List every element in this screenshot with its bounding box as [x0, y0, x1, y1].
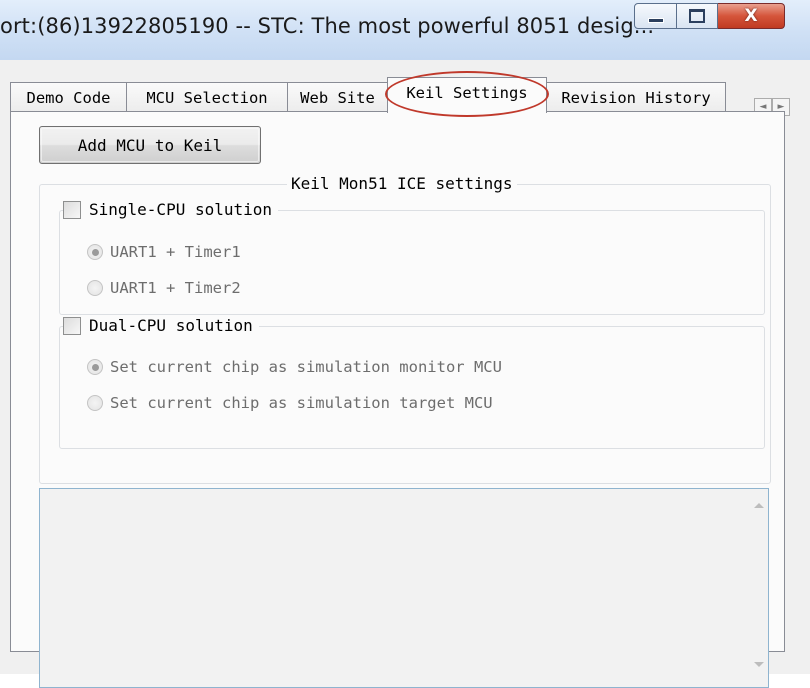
- tab-label: MCU Selection: [146, 89, 268, 107]
- window-title: ort:(86)13922805190 -- STC: The most pow…: [0, 14, 655, 38]
- output-memo[interactable]: [39, 488, 769, 688]
- radio-button[interactable]: [87, 395, 103, 411]
- window-controls: X: [634, 3, 785, 29]
- minimize-icon: [647, 17, 664, 23]
- radio-uart1-timer1[interactable]: UART1 + Timer1: [87, 243, 241, 261]
- vertical-scrollbar[interactable]: [750, 489, 768, 687]
- radio-label: Set current chip as simulation monitor M…: [110, 358, 502, 376]
- tab-web-site[interactable]: Web Site: [287, 82, 388, 112]
- scroll-down-icon[interactable]: [754, 662, 764, 667]
- radio-simulation-monitor[interactable]: Set current chip as simulation monitor M…: [87, 358, 502, 376]
- tab-label: Revision History: [561, 89, 711, 107]
- single-cpu-label: Single-CPU solution: [89, 200, 273, 219]
- radio-button[interactable]: [87, 359, 103, 375]
- tab-keil-settings[interactable]: Keil Settings: [387, 77, 547, 113]
- group-title: Keil Mon51 ICE settings: [287, 174, 517, 194]
- add-mcu-to-keil-button[interactable]: Add MCU to Keil: [39, 126, 261, 164]
- button-label: Add MCU to Keil: [77, 135, 223, 155]
- radio-simulation-target[interactable]: Set current chip as simulation target MC…: [87, 394, 493, 412]
- single-cpu-group: [59, 210, 765, 315]
- tab-demo-code[interactable]: Demo Code: [10, 82, 127, 112]
- radio-button[interactable]: [87, 280, 103, 296]
- maximize-button[interactable]: [677, 3, 718, 29]
- radio-uart1-timer2[interactable]: UART1 + Timer2: [87, 279, 241, 297]
- tab-label: Web Site: [300, 89, 375, 107]
- single-cpu-checkbox[interactable]: [63, 200, 81, 219]
- keil-settings-page: Add MCU to Keil Keil Mon51 ICE settings …: [10, 111, 785, 688]
- single-cpu-checkbox-row[interactable]: Single-CPU solution: [63, 200, 279, 219]
- scroll-up-icon[interactable]: [754, 503, 764, 508]
- tab-label: Demo Code: [26, 89, 111, 107]
- minimize-button[interactable]: [634, 3, 677, 29]
- dual-cpu-group: [59, 326, 765, 449]
- close-icon: X: [744, 6, 758, 26]
- radio-label: UART1 + Timer2: [110, 279, 241, 297]
- dual-cpu-checkbox[interactable]: [63, 316, 81, 335]
- title-bar: ort:(86)13922805190 -- STC: The most pow…: [0, 0, 810, 60]
- tab-revision-history[interactable]: Revision History: [546, 82, 726, 112]
- maximize-icon: [689, 9, 705, 23]
- radio-label: Set current chip as simulation target MC…: [110, 394, 493, 412]
- tab-label: Keil Settings: [406, 84, 528, 102]
- window-client-area: Demo Code MCU Selection Web Site Keil Se…: [0, 60, 810, 688]
- tab-mcu-selection[interactable]: MCU Selection: [126, 82, 288, 112]
- close-button[interactable]: X: [718, 3, 785, 29]
- radio-button[interactable]: [87, 244, 103, 260]
- dual-cpu-label: Dual-CPU solution: [89, 316, 253, 335]
- dual-cpu-checkbox-row[interactable]: Dual-CPU solution: [63, 316, 259, 335]
- radio-label: UART1 + Timer1: [110, 243, 241, 261]
